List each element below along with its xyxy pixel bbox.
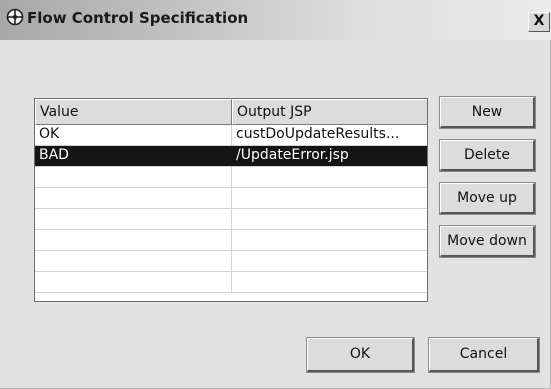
cell-value: BAD [35,146,232,166]
cell-value [35,272,232,292]
column-header-value[interactable]: Value [35,99,232,125]
flow-control-dialog: Flow Control Specification X Value Outpu… [0,0,551,389]
new-button[interactable]: New [439,96,536,129]
cell-output-jsp [232,230,427,250]
table-row[interactable] [35,167,427,188]
cell-output-jsp: /UpdateError.jsp [236,147,349,163]
close-button[interactable]: X [528,12,550,32]
title-bar[interactable]: Flow Control Specification X [0,0,551,40]
cell-value [35,209,232,229]
delete-button[interactable]: Delete [439,139,536,172]
table-header: Value Output JSP [35,99,427,125]
column-header-output-jsp[interactable]: Output JSP [232,99,427,125]
cancel-button[interactable]: Cancel [428,337,540,373]
table-body: OK custDoUpdateResults... BAD /UpdateErr… [35,125,427,293]
cell-output-jsp [232,167,427,187]
cell-value [35,188,232,208]
table-row[interactable] [35,209,427,230]
cell-value: OK [35,125,232,145]
cell-value [35,230,232,250]
table-row-selected[interactable]: BAD /UpdateError.jsp [35,146,427,167]
dialog-title: Flow Control Specification [27,9,249,27]
move-down-button[interactable]: Move down [439,225,536,258]
cell-output-jsp: custDoUpdateResults... [236,126,400,142]
cell-output-jsp [232,272,427,292]
flow-control-icon [6,8,24,26]
cell-output-jsp [232,188,427,208]
table-row[interactable] [35,230,427,251]
cell-value [35,251,232,271]
table-row[interactable] [35,251,427,272]
table-row[interactable] [35,188,427,209]
ok-button[interactable]: OK [306,337,415,373]
cell-output-jsp [232,209,427,229]
move-up-button[interactable]: Move up [439,182,536,215]
flow-control-table[interactable]: Value Output JSP OK custDoUpdateResults.… [34,98,428,302]
cell-value [35,167,232,187]
table-row[interactable] [35,272,427,293]
cell-output-jsp [232,251,427,271]
table-row[interactable]: OK custDoUpdateResults... [35,125,427,146]
